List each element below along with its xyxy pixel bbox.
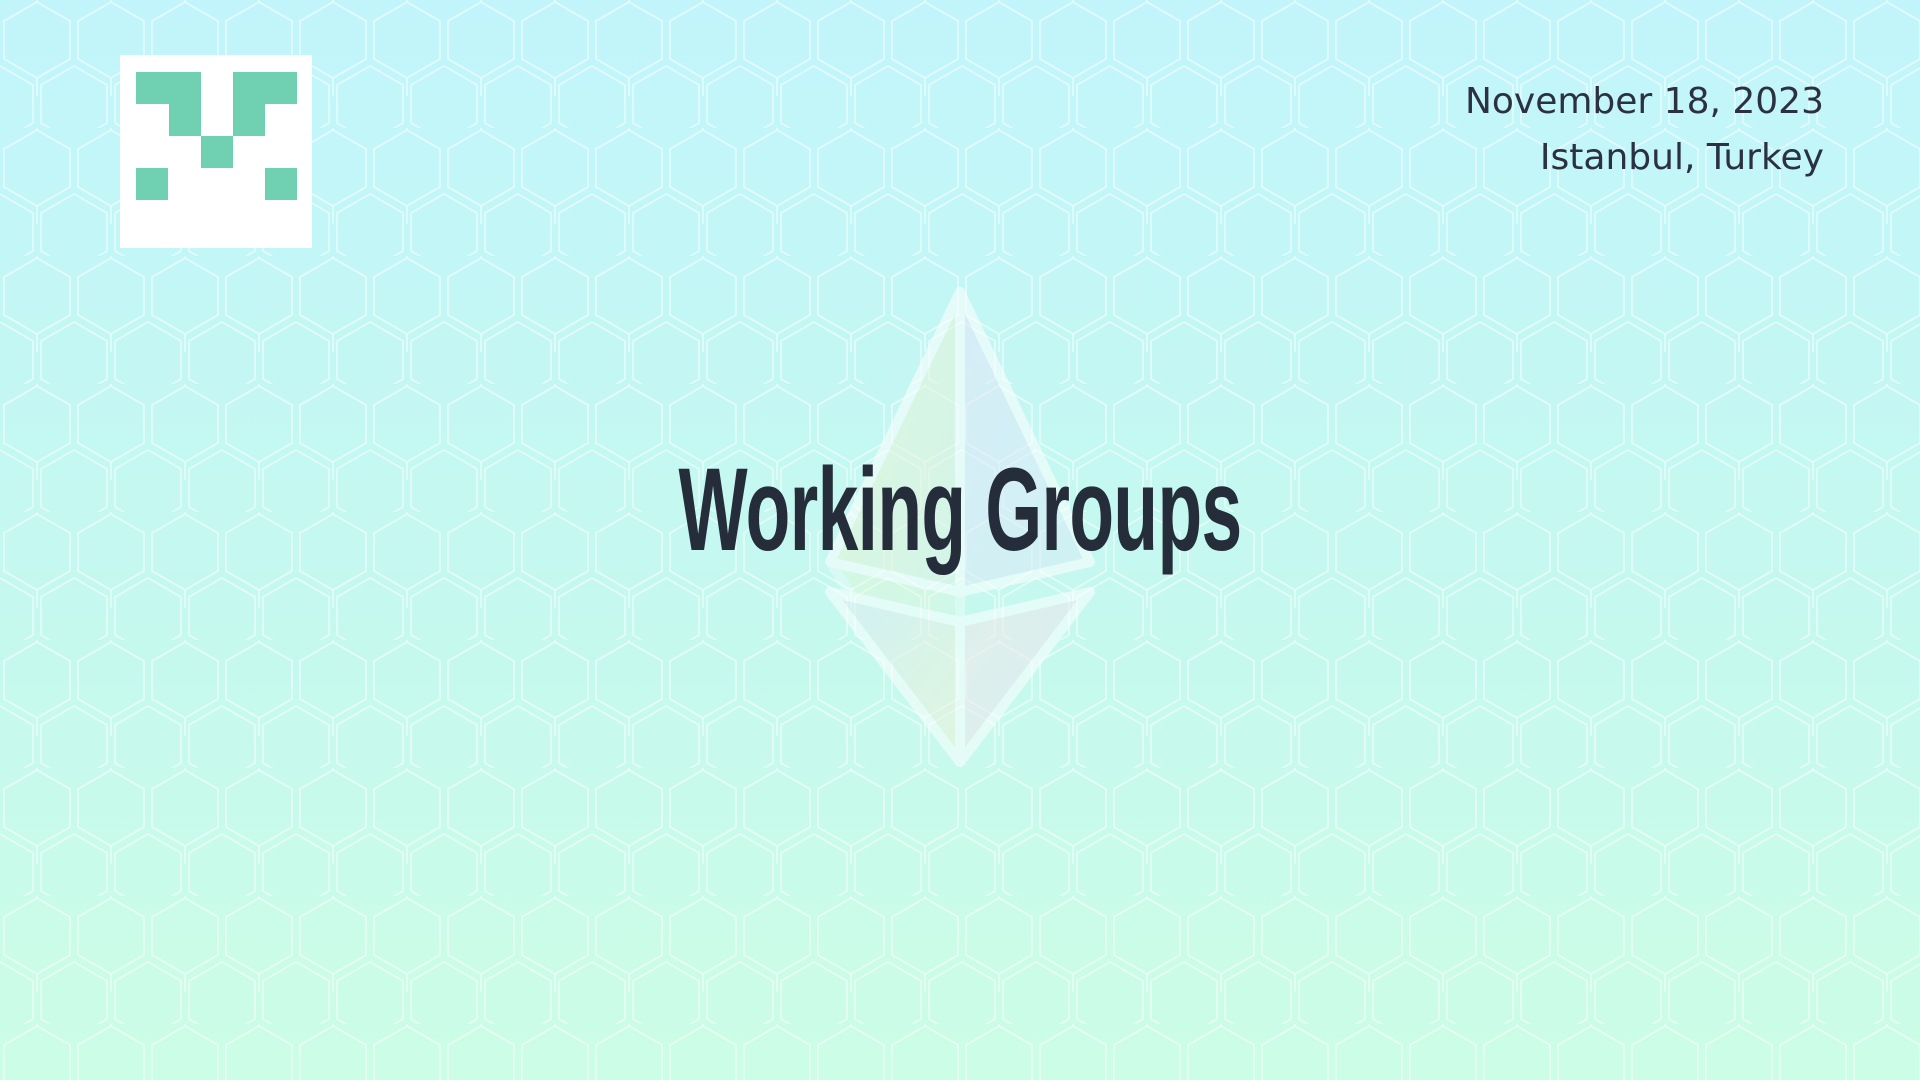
event-date: November 18, 2023	[1464, 81, 1824, 122]
slide: November 18, 2023 Istanbul, Turkey Worki…	[0, 0, 1920, 1080]
pixel-v-logo-icon	[136, 72, 297, 200]
event-info: November 18, 2023 Istanbul, Turkey	[1465, 74, 1824, 186]
brand-logo	[120, 55, 312, 248]
slide-title: Working Groups	[0, 440, 1920, 580]
slide-title-text: Working Groups	[678, 444, 1242, 576]
event-location: Istanbul, Turkey	[1539, 137, 1824, 178]
